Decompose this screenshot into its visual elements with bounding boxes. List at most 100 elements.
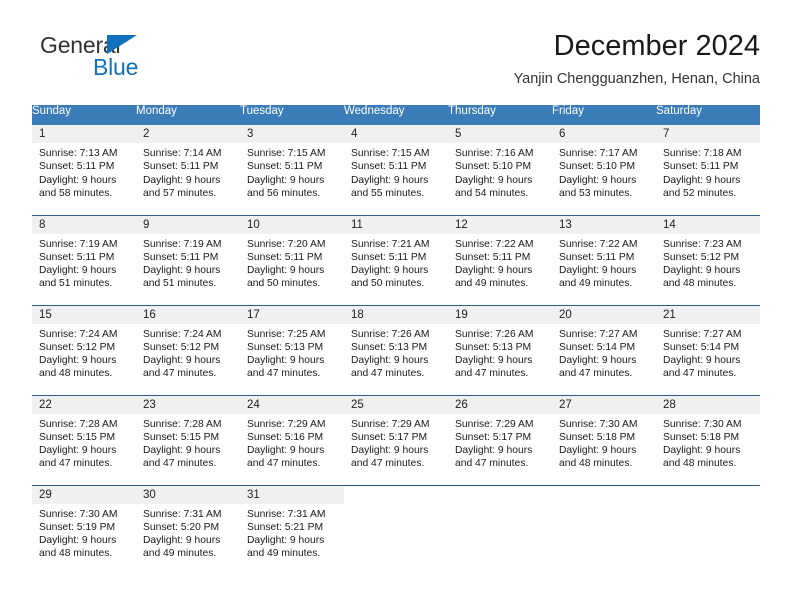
calendar-day-cell[interactable]: 13 Sunrise: 7:22 AM Sunset: 5:11 PM Dayligh… — [552, 214, 656, 305]
daylight-duration-line1: Daylight: 9 hours — [351, 445, 429, 457]
daylight-duration-line2: and 57 minutes. — [143, 187, 217, 199]
calendar-day-cell[interactable]: 2 Sunrise: 7:14 AM Sunset: 5:11 PM Daylight… — [136, 125, 240, 215]
daylight-duration-line2: and 47 minutes. — [559, 368, 633, 380]
calendar-day-cell[interactable]: 27 Sunrise: 7:30 AM Sunset: 5:18 PM Dayligh… — [552, 394, 656, 485]
daylight-duration-line2: and 51 minutes. — [143, 278, 217, 290]
calendar-grid: Sunday Monday Tuesday Wednesday Thursday Frid… — [32, 105, 760, 575]
sunset-time: Sunset: 5:19 PM — [39, 521, 116, 533]
sunset-time: Sunset: 5:13 PM — [351, 341, 428, 353]
day-cell-inner: 9 Sunrise: 7:19 AM Sunset: 5:11 PM Daylight… — [136, 215, 240, 305]
calendar-day-cell[interactable]: 21 Sunrise: 7:27 AM Sunset: 5:14 PM Dayligh… — [656, 304, 760, 395]
day-number: 30 — [136, 485, 240, 504]
day-number: 2 — [136, 125, 240, 143]
calendar-day-cell[interactable]: 7 Sunrise: 7:18 AM Sunset: 5:11 PM Daylight… — [656, 125, 760, 215]
sunset-time: Sunset: 5:18 PM — [663, 431, 740, 443]
sunset-time: Sunset: 5:12 PM — [663, 251, 740, 263]
day-cell-details: Sunrise: 7:29 AM Sunset: 5:16 PM Daylight:… — [240, 414, 344, 471]
calendar-day-cell[interactable]: 17 Sunrise: 7:25 AM Sunset: 5:13 PM Dayligh… — [240, 304, 344, 395]
day-cell-inner: 24 Sunrise: 7:29 AM Sunset: 5:16 PM Dayligh… — [240, 395, 344, 485]
day-cell-inner: 15 Sunrise: 7:24 AM Sunset: 5:12 PM Dayligh… — [32, 305, 136, 395]
title-block: December 2024 Yanjin Chengguanzhen, Hena… — [514, 28, 760, 89]
day-cell-details: Sunrise: 7:26 AM Sunset: 5:13 PM Daylight:… — [344, 324, 448, 381]
weekday-header-wednesday: Wednesday — [344, 105, 448, 125]
sunrise-time: Sunrise: 7:30 AM — [663, 418, 742, 430]
day-number: 24 — [240, 395, 344, 414]
daylight-duration-line2: and 47 minutes. — [247, 458, 321, 470]
sunrise-time: Sunrise: 7:31 AM — [143, 508, 222, 520]
calendar-day-cell[interactable]: 3 Sunrise: 7:15 AM Sunset: 5:11 PM Daylight… — [240, 125, 344, 215]
daylight-duration-line2: and 54 minutes. — [455, 187, 529, 199]
day-number: 17 — [240, 305, 344, 324]
day-number: 16 — [136, 305, 240, 324]
calendar-day-cell[interactable]: 14 Sunrise: 7:23 AM Sunset: 5:12 PM Dayligh… — [656, 214, 760, 305]
sunset-time: Sunset: 5:13 PM — [455, 341, 532, 353]
daylight-duration-line1: Daylight: 9 hours — [39, 445, 117, 457]
calendar-day-cell[interactable]: 19 Sunrise: 7:26 AM Sunset: 5:13 PM Dayligh… — [448, 304, 552, 395]
day-cell-inner: 12 Sunrise: 7:22 AM Sunset: 5:11 PM Dayligh… — [448, 215, 552, 305]
calendar-day-cell[interactable]: 9 Sunrise: 7:19 AM Sunset: 5:11 PM Daylight… — [136, 214, 240, 305]
weekday-header-sunday: Sunday — [32, 105, 136, 125]
sunset-time: Sunset: 5:17 PM — [455, 431, 532, 443]
calendar-day-cell[interactable]: 10 Sunrise: 7:20 AM Sunset: 5:11 PM Dayligh… — [240, 214, 344, 305]
daylight-duration-line1: Daylight: 9 hours — [663, 355, 741, 367]
sunrise-time: Sunrise: 7:31 AM — [247, 508, 326, 520]
calendar-day-cell[interactable]: 28 Sunrise: 7:30 AM Sunset: 5:18 PM Dayligh… — [656, 394, 760, 485]
day-cell-inner: 14 Sunrise: 7:23 AM Sunset: 5:12 PM Dayligh… — [656, 215, 760, 305]
daylight-duration-line2: and 47 minutes. — [247, 368, 321, 380]
calendar-day-cell[interactable]: 23 Sunrise: 7:28 AM Sunset: 5:15 PM Dayligh… — [136, 394, 240, 485]
day-cell-inner: 7 Sunrise: 7:18 AM Sunset: 5:11 PM Daylight… — [656, 125, 760, 215]
daylight-duration-line1: Daylight: 9 hours — [39, 174, 117, 186]
calendar-day-cell[interactable]: 11 Sunrise: 7:21 AM Sunset: 5:11 PM Dayligh… — [344, 214, 448, 305]
calendar-day-cell[interactable]: 24 Sunrise: 7:29 AM Sunset: 5:16 PM Dayligh… — [240, 394, 344, 485]
day-cell-details: Sunrise: 7:19 AM Sunset: 5:11 PM Daylight:… — [32, 234, 136, 291]
day-number: 4 — [344, 125, 448, 143]
daylight-duration-line2: and 50 minutes. — [351, 278, 425, 290]
calendar-day-cell[interactable]: 15 Sunrise: 7:24 AM Sunset: 5:12 PM Dayligh… — [32, 304, 136, 395]
calendar-day-cell[interactable]: 20 Sunrise: 7:27 AM Sunset: 5:14 PM Dayligh… — [552, 304, 656, 395]
sunrise-time: Sunrise: 7:15 AM — [351, 148, 430, 159]
sunrise-time: Sunrise: 7:28 AM — [39, 418, 118, 430]
sunset-time: Sunset: 5:11 PM — [143, 161, 219, 173]
calendar-day-cell[interactable]: 25 Sunrise: 7:29 AM Sunset: 5:17 PM Dayligh… — [344, 394, 448, 485]
daylight-duration-line1: Daylight: 9 hours — [559, 265, 637, 277]
sunrise-time: Sunrise: 7:15 AM — [247, 148, 326, 159]
day-cell-details: Sunrise: 7:21 AM Sunset: 5:11 PM Daylight:… — [344, 234, 448, 291]
day-cell-inner: 6 Sunrise: 7:17 AM Sunset: 5:10 PM Daylight… — [552, 125, 656, 215]
daylight-duration-line1: Daylight: 9 hours — [143, 174, 221, 186]
day-cell-inner: 5 Sunrise: 7:16 AM Sunset: 5:10 PM Daylight… — [448, 125, 552, 215]
daylight-duration-line1: Daylight: 9 hours — [143, 265, 221, 277]
day-number: 7 — [656, 125, 760, 143]
calendar-day-cell[interactable]: 16 Sunrise: 7:24 AM Sunset: 5:12 PM Dayligh… — [136, 304, 240, 395]
day-number: 25 — [344, 395, 448, 414]
page-header: General Blue December 2024 Yanjin Chengg… — [32, 28, 760, 96]
calendar-day-cell[interactable]: 22 Sunrise: 7:28 AM Sunset: 5:15 PM Dayligh… — [32, 394, 136, 485]
general-blue-logo[interactable]: General Blue — [32, 32, 232, 92]
sunrise-time: Sunrise: 7:24 AM — [39, 328, 118, 340]
calendar-header-row: Sunday Monday Tuesday Wednesday Thursday Frid… — [32, 105, 760, 125]
day-number: 10 — [240, 215, 344, 234]
sunrise-time: Sunrise: 7:20 AM — [247, 238, 326, 250]
calendar-day-cell[interactable]: 26 Sunrise: 7:29 AM Sunset: 5:17 PM Dayligh… — [448, 394, 552, 485]
calendar-day-cell[interactable]: 4 Sunrise: 7:15 AM Sunset: 5:11 PM Daylight… — [344, 125, 448, 215]
sunrise-time: Sunrise: 7:27 AM — [559, 328, 638, 340]
calendar-day-cell[interactable]: 6 Sunrise: 7:17 AM Sunset: 5:10 PM Daylight… — [552, 125, 656, 215]
day-cell-details: Sunrise: 7:30 AM Sunset: 5:19 PM Daylight:… — [32, 504, 136, 561]
calendar-day-cell[interactable]: 30 Sunrise: 7:31 AM Sunset: 5:20 PM Dayligh… — [136, 484, 240, 575]
daylight-duration-line1: Daylight: 9 hours — [247, 174, 325, 186]
day-number: 14 — [656, 215, 760, 234]
calendar-day-cell[interactable]: 31 Sunrise: 7:31 AM Sunset: 5:21 PM Dayligh… — [240, 484, 344, 575]
calendar-day-cell[interactable]: 18 Sunrise: 7:26 AM Sunset: 5:13 PM Dayligh… — [344, 304, 448, 395]
sunset-time: Sunset: 5:15 PM — [143, 431, 220, 443]
day-cell-details: Sunrise: 7:14 AM Sunset: 5:11 PM Daylight:… — [136, 143, 240, 200]
daylight-duration-line1: Daylight: 9 hours — [143, 355, 221, 367]
calendar-day-cell[interactable]: 5 Sunrise: 7:16 AM Sunset: 5:10 PM Daylight… — [448, 125, 552, 215]
calendar-day-cell[interactable]: 8 Sunrise: 7:19 AM Sunset: 5:11 PM Daylight… — [32, 214, 136, 305]
daylight-duration-line1: Daylight: 9 hours — [39, 535, 117, 547]
day-cell-details: Sunrise: 7:15 AM Sunset: 5:11 PM Daylight:… — [240, 143, 344, 200]
calendar-day-cell[interactable]: 29 Sunrise: 7:30 AM Sunset: 5:19 PM Dayligh… — [32, 484, 136, 575]
day-cell-details: Sunrise: 7:29 AM Sunset: 5:17 PM Daylight:… — [448, 414, 552, 471]
calendar-day-cell[interactable]: 1 Sunrise: 7:13 AM Sunset: 5:11 PM Daylight… — [32, 125, 136, 215]
calendar-day-cell[interactable]: 12 Sunrise: 7:22 AM Sunset: 5:11 PM Dayligh… — [448, 214, 552, 305]
sunset-time: Sunset: 5:11 PM — [39, 251, 115, 263]
day-number: 29 — [32, 485, 136, 504]
